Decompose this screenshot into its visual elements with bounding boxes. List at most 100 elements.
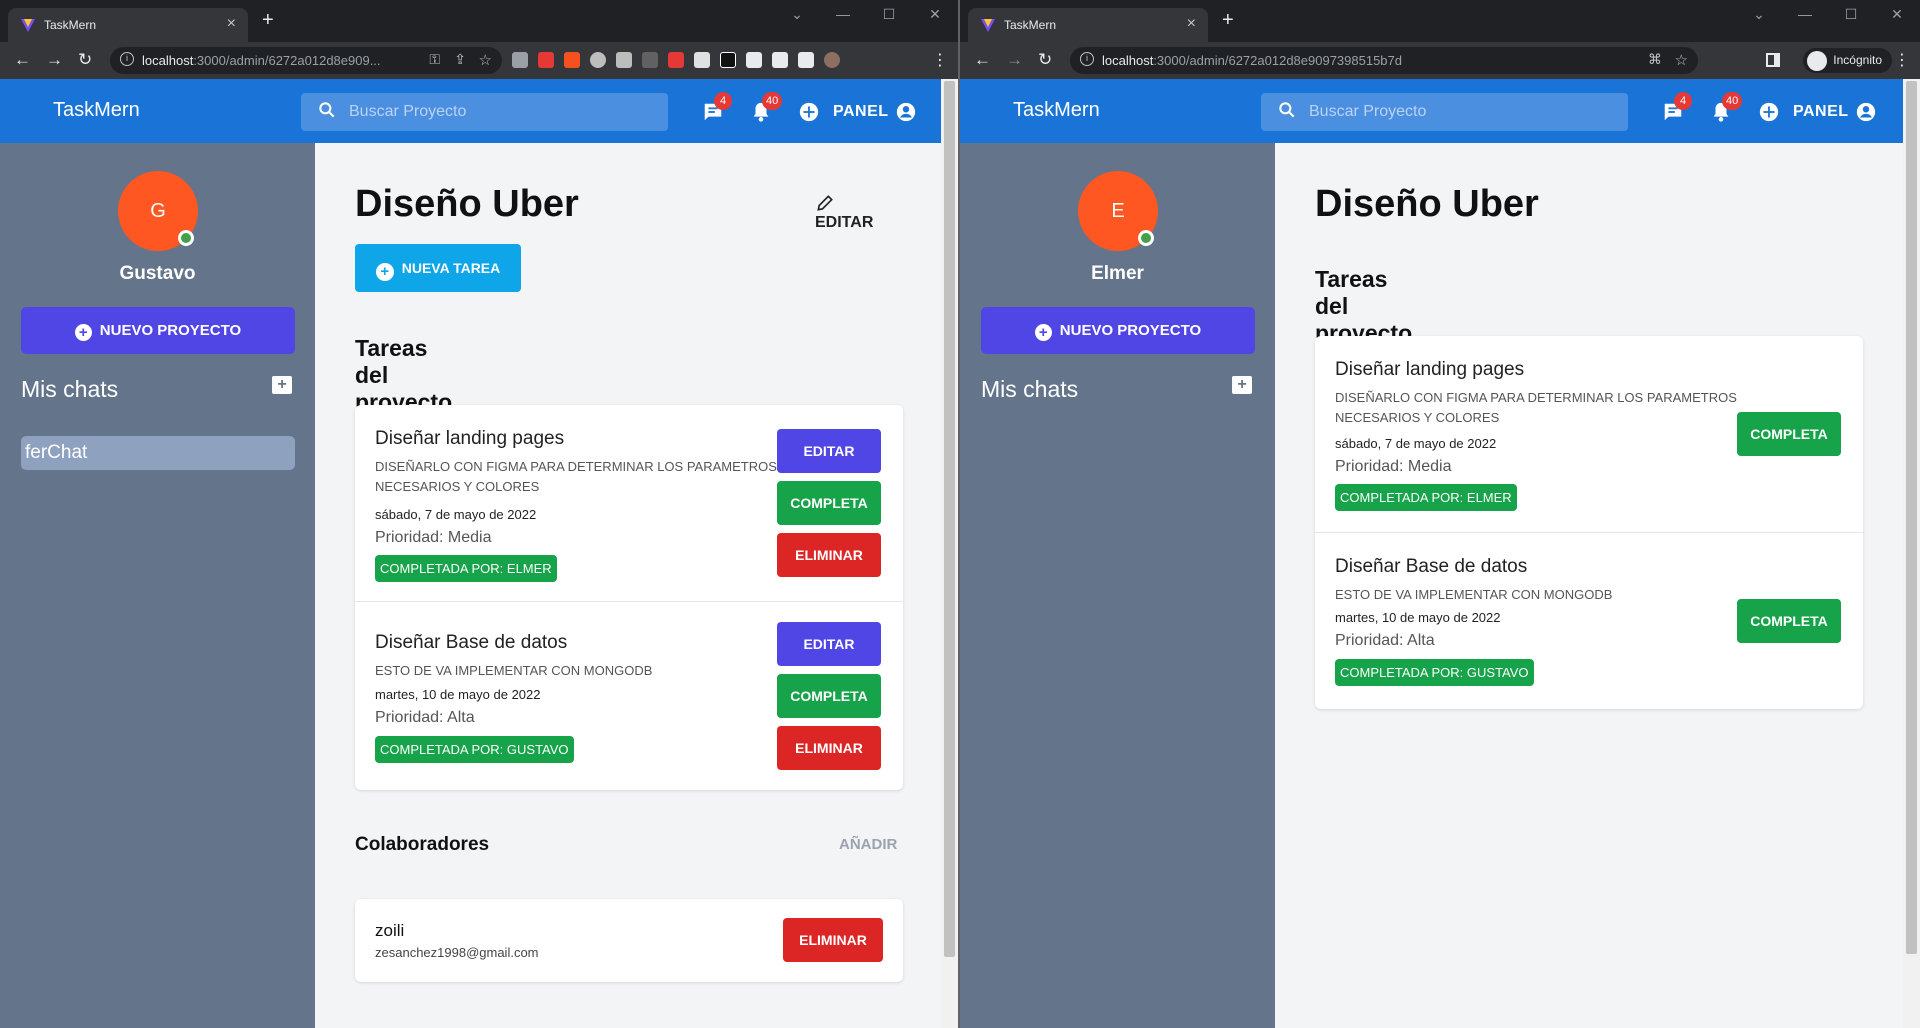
delete-collaborator-button[interactable]: ELIMINAR <box>783 918 883 962</box>
share-icon[interactable]: ⇪ <box>454 51 466 68</box>
bookmark-star-icon[interactable]: ☆ <box>479 51 492 69</box>
incognito-indicator[interactable]: Incógnito <box>1803 48 1892 73</box>
extensions-puzzle-icon[interactable] <box>746 52 762 68</box>
minimize-icon[interactable]: — <box>820 6 866 23</box>
scrollbar-thumb[interactable] <box>944 81 955 957</box>
new-project-button[interactable]: + NUEVO PROYECTO <box>21 307 295 354</box>
extension-fire-icon[interactable] <box>564 52 580 68</box>
user-circle-icon[interactable] <box>895 101 917 123</box>
url-field[interactable]: i localhost:3000/admin/6272a012d8e909739… <box>1070 47 1698 74</box>
panel-link[interactable]: PANEL <box>1793 103 1849 121</box>
extension-gear-icon[interactable] <box>694 52 710 68</box>
bookmark-star-icon[interactable]: ☆ <box>1675 51 1688 69</box>
new-project-button[interactable]: + NUEVO PROYECTO <box>981 307 1255 354</box>
user-circle-icon[interactable] <box>1855 101 1877 123</box>
maximize-icon[interactable]: ☐ <box>1828 6 1874 23</box>
extension-puzzle-red-icon[interactable] <box>668 52 684 68</box>
complete-task-button[interactable]: COMPLETA <box>1737 412 1841 456</box>
add-chat-icon[interactable]: + <box>1232 376 1252 394</box>
extension-a-icon[interactable] <box>720 52 736 68</box>
plus-circle-icon[interactable] <box>1758 101 1780 123</box>
app-page: TaskMern Buscar Proyecto 4 40 PANEL G Gu… <box>0 79 958 1028</box>
notifications-button[interactable]: 40 <box>1710 92 1743 123</box>
project-title: Diseño Uber <box>355 183 579 225</box>
window-controls: ⌄ — ☐ ✕ <box>774 6 958 23</box>
extension-target-icon[interactable] <box>590 52 606 68</box>
close-window-icon[interactable]: ✕ <box>912 6 958 23</box>
back-icon[interactable]: ← <box>14 51 31 69</box>
add-chat-icon[interactable]: + <box>272 376 292 394</box>
search-placeholder: Buscar Proyecto <box>349 103 467 120</box>
page-scrollbar[interactable] <box>941 79 958 1028</box>
task-name: Diseñar landing pages <box>375 428 565 449</box>
side-panel-icon[interactable] <box>798 52 814 68</box>
extension-shield-icon[interactable] <box>538 52 554 68</box>
reload-icon[interactable]: ↻ <box>78 51 92 69</box>
delete-task-button[interactable]: ELIMINAR <box>777 726 881 770</box>
minimize-icon[interactable]: — <box>1782 6 1828 23</box>
complete-task-button[interactable]: COMPLETA <box>777 481 881 525</box>
new-task-button[interactable]: + NUEVA TAREA <box>355 244 521 292</box>
site-info-icon[interactable]: i <box>1080 52 1094 66</box>
profile-avatar-icon[interactable] <box>824 52 840 68</box>
avatar[interactable]: E <box>1078 171 1158 251</box>
chevron-down-icon[interactable]: ⌄ <box>1736 6 1782 23</box>
chevron-down-icon[interactable]: ⌄ <box>774 6 820 23</box>
side-panel-icon[interactable] <box>1766 53 1780 67</box>
notifications-button[interactable]: 40 <box>750 92 783 123</box>
new-tab-icon[interactable]: + <box>1222 10 1234 30</box>
close-tab-icon[interactable]: × <box>227 15 236 33</box>
messages-button[interactable]: 4 <box>1662 92 1692 123</box>
site-info-icon[interactable]: i <box>120 52 134 66</box>
avatar[interactable]: G <box>118 171 198 251</box>
page-scrollbar[interactable] <box>1903 79 1920 1028</box>
browser-menu-icon[interactable]: ⋮ <box>1894 50 1910 70</box>
browser-window-admin: TaskMern × + ⌄ — ☐ ✕ ← → ↻ i localhost:3… <box>0 0 958 1028</box>
translate-icon[interactable]: ⌘ <box>1648 51 1662 68</box>
messages-button[interactable]: 4 <box>702 92 732 123</box>
project-title: Diseño Uber <box>1315 183 1539 225</box>
chat-item[interactable]: ferChat <box>21 436 295 470</box>
back-icon[interactable]: ← <box>974 51 991 69</box>
edit-task-button[interactable]: EDITAR <box>777 622 881 666</box>
url-field[interactable]: i localhost:3000/admin/6272a012d8e909...… <box>110 47 502 74</box>
delete-task-button[interactable]: ELIMINAR <box>777 533 881 577</box>
add-collaborator-button[interactable]: AÑADIR <box>839 836 897 853</box>
search-input[interactable]: Buscar Proyecto <box>1261 93 1628 131</box>
reload-icon[interactable]: ↻ <box>1038 51 1052 69</box>
search-placeholder: Buscar Proyecto <box>1309 103 1427 120</box>
edit-task-button[interactable]: EDITAR <box>777 429 881 473</box>
completed-by-badge: COMPLETADA POR: ELMER <box>375 555 557 582</box>
favicon-icon <box>21 19 35 32</box>
task-name: Diseñar Base de datos <box>375 632 568 653</box>
close-window-icon[interactable]: ✕ <box>1874 6 1920 23</box>
browser-tab[interactable]: TaskMern × <box>8 8 248 42</box>
extension-cat-icon[interactable] <box>512 52 528 68</box>
plus-circle-icon[interactable] <box>798 101 820 123</box>
app-brand[interactable]: TaskMern <box>53 99 140 122</box>
browser-tab[interactable]: TaskMern × <box>968 8 1208 42</box>
task-name: Diseñar Base de datos <box>1335 556 1528 577</box>
complete-task-button[interactable]: COMPLETA <box>777 674 881 718</box>
edit-project-button[interactable]: EDITAR <box>815 193 873 232</box>
new-tab-icon[interactable]: + <box>262 10 274 30</box>
browser-menu-icon[interactable]: ⋮ <box>932 50 948 70</box>
task-item: Diseñar Base de datos ESTO DE VA IMPLEME… <box>355 602 903 790</box>
tab-title: TaskMern <box>1004 18 1057 32</box>
maximize-icon[interactable]: ☐ <box>866 6 912 23</box>
task-description: ESTO DE VA IMPLEMENTAR CON MONGODB <box>375 663 653 678</box>
complete-task-button[interactable]: COMPLETA <box>1737 599 1841 643</box>
app-brand[interactable]: TaskMern <box>1013 99 1100 122</box>
close-tab-icon[interactable]: × <box>1187 15 1196 33</box>
extension-bracket-icon[interactable] <box>642 52 658 68</box>
forward-icon[interactable]: → <box>1006 51 1023 69</box>
panel-link[interactable]: PANEL <box>833 103 889 121</box>
key-icon[interactable]: ⚿ <box>429 51 440 68</box>
media-icon[interactable] <box>772 52 788 68</box>
notifications-badge: 40 <box>1722 92 1743 110</box>
forward-icon[interactable]: → <box>46 51 63 69</box>
messages-badge: 4 <box>714 92 732 110</box>
search-input[interactable]: Buscar Proyecto <box>301 93 668 131</box>
extension-glasses-icon[interactable] <box>616 52 632 68</box>
scrollbar-thumb[interactable] <box>1906 81 1917 954</box>
